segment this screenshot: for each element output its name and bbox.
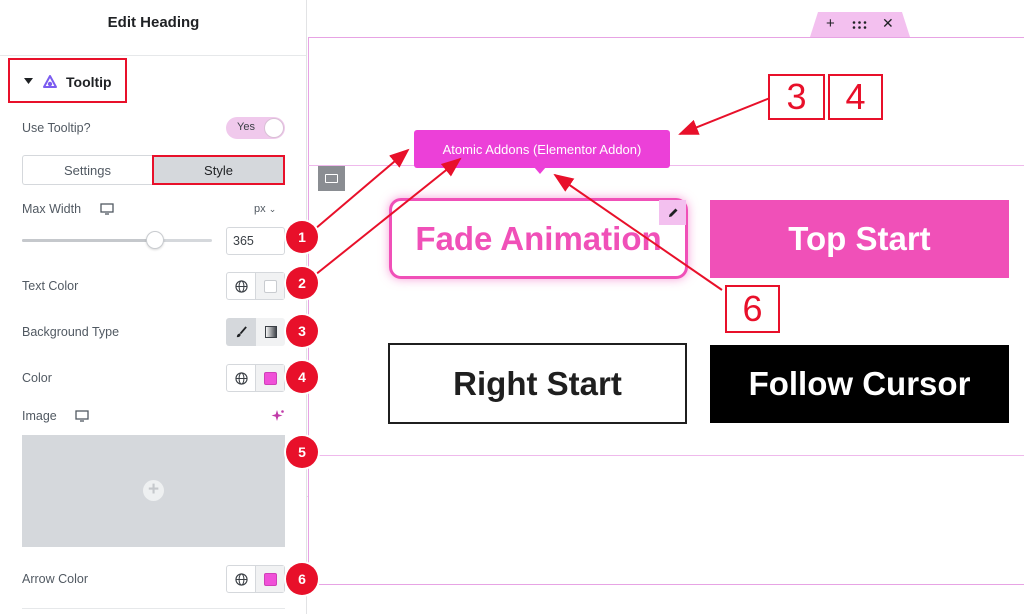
annotation-badge-1: 1 <box>286 221 318 253</box>
arrow-1 <box>314 148 410 230</box>
arrow-3-4 <box>678 97 771 135</box>
arrow-6 <box>553 173 723 291</box>
annotation-badge-2: 2 <box>286 267 318 299</box>
callout-4: 4 <box>828 74 883 120</box>
annotation-badge-5: 5 <box>286 436 318 468</box>
callout-3: 3 <box>768 74 825 120</box>
callout-6: 6 <box>725 285 780 333</box>
annotation-badge-6: 6 <box>286 563 318 595</box>
arrow-2 <box>314 157 462 276</box>
annotation-badge-3: 3 <box>286 315 318 347</box>
annotation-badge-4: 4 <box>286 361 318 393</box>
